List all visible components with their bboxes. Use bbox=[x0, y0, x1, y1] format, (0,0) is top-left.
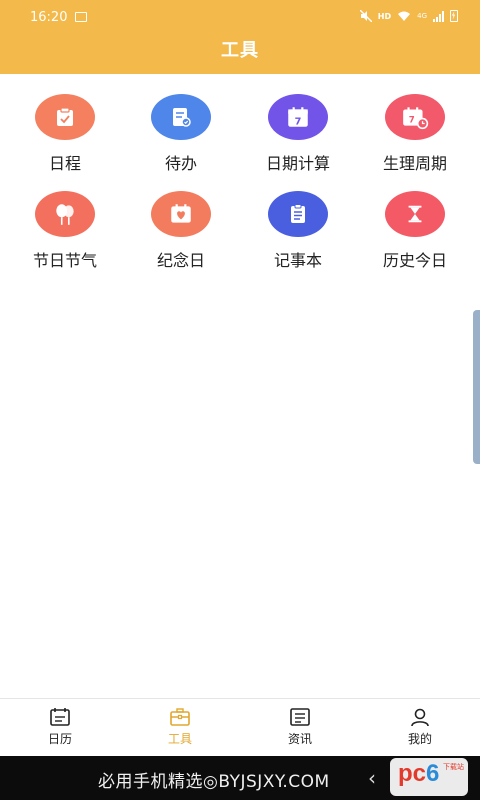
hd-indicator: HD bbox=[377, 11, 392, 21]
tab-label: 日历 bbox=[47, 732, 72, 746]
tool-anniversary[interactable]: 纪念日 bbox=[126, 191, 236, 271]
bottom-banner-text: 必用手机精选◎BYJSJXY.COM bbox=[98, 772, 330, 792]
schedule-icon bbox=[35, 94, 95, 140]
watermark-sub: 下载站 bbox=[443, 763, 464, 771]
tab-calendar[interactable]: 日历 bbox=[0, 699, 120, 756]
toolbox-icon bbox=[170, 708, 190, 726]
tool-label: 日期计算 bbox=[265, 154, 330, 173]
network-type: 4G bbox=[417, 11, 427, 20]
battery-icon bbox=[450, 10, 458, 22]
tool-label: 待办 bbox=[164, 154, 197, 173]
status-icons: HD 4G bbox=[359, 10, 458, 22]
hourglass-icon bbox=[385, 191, 445, 237]
date-calc-icon: 7 bbox=[268, 94, 328, 140]
tab-label: 资讯 bbox=[287, 732, 312, 746]
watermark-logo: pc6 下载站 bbox=[390, 758, 468, 796]
festival-icon bbox=[35, 191, 95, 237]
screen: 16:20 HD 4G 工具 日程 待办 7 日期计算 7 生理周期 节日节气 … bbox=[0, 0, 480, 800]
tool-date-calc[interactable]: 7 日期计算 bbox=[243, 94, 353, 174]
tab-label: 工具 bbox=[167, 732, 192, 746]
tool-label: 历史今日 bbox=[382, 251, 447, 270]
tab-news[interactable]: 资讯 bbox=[240, 699, 360, 756]
tool-schedule[interactable]: 日程 bbox=[10, 94, 120, 174]
image-notification-icon bbox=[75, 12, 87, 22]
mute-icon bbox=[359, 10, 372, 22]
wifi-icon bbox=[398, 11, 411, 21]
bottom-tab-bar: 日历 工具 资讯 我的 bbox=[0, 698, 480, 756]
tool-label: 记事本 bbox=[273, 251, 322, 270]
back-icon[interactable]: ‹ bbox=[368, 766, 376, 790]
watermark-number: 6 bbox=[426, 760, 440, 787]
tool-notebook[interactable]: 记事本 bbox=[243, 191, 353, 271]
tab-tools[interactable]: 工具 bbox=[120, 699, 240, 756]
calendar-icon bbox=[50, 708, 70, 726]
anniversary-icon bbox=[151, 191, 211, 237]
tool-label: 纪念日 bbox=[156, 251, 205, 270]
tab-profile[interactable]: 我的 bbox=[360, 699, 480, 756]
tool-label: 日程 bbox=[48, 154, 81, 173]
tool-label: 节日节气 bbox=[32, 251, 97, 270]
tab-label: 我的 bbox=[407, 732, 432, 746]
news-icon bbox=[290, 708, 310, 726]
period-icon: 7 bbox=[385, 94, 445, 140]
svg-text:7: 7 bbox=[295, 117, 302, 128]
page-title: 工具 bbox=[221, 40, 259, 61]
todo-icon bbox=[151, 94, 211, 140]
tool-festival[interactable]: 节日节气 bbox=[10, 191, 120, 271]
watermark-brand: pc bbox=[398, 760, 427, 787]
tool-label: 生理周期 bbox=[382, 154, 447, 173]
tool-period[interactable]: 7 生理周期 bbox=[360, 94, 470, 174]
status-bar: 16:20 HD 4G bbox=[0, 0, 480, 34]
tool-todo[interactable]: 待办 bbox=[126, 94, 236, 174]
header: 16:20 HD 4G 工具 bbox=[0, 0, 480, 74]
tool-history[interactable]: 历史今日 bbox=[360, 191, 470, 271]
svg-text:7: 7 bbox=[409, 115, 415, 125]
status-time: 16:20 bbox=[30, 10, 68, 25]
profile-icon bbox=[411, 708, 429, 727]
notebook-icon bbox=[268, 191, 328, 237]
side-scroll-handle[interactable] bbox=[473, 310, 480, 464]
signal-icon bbox=[433, 10, 444, 22]
